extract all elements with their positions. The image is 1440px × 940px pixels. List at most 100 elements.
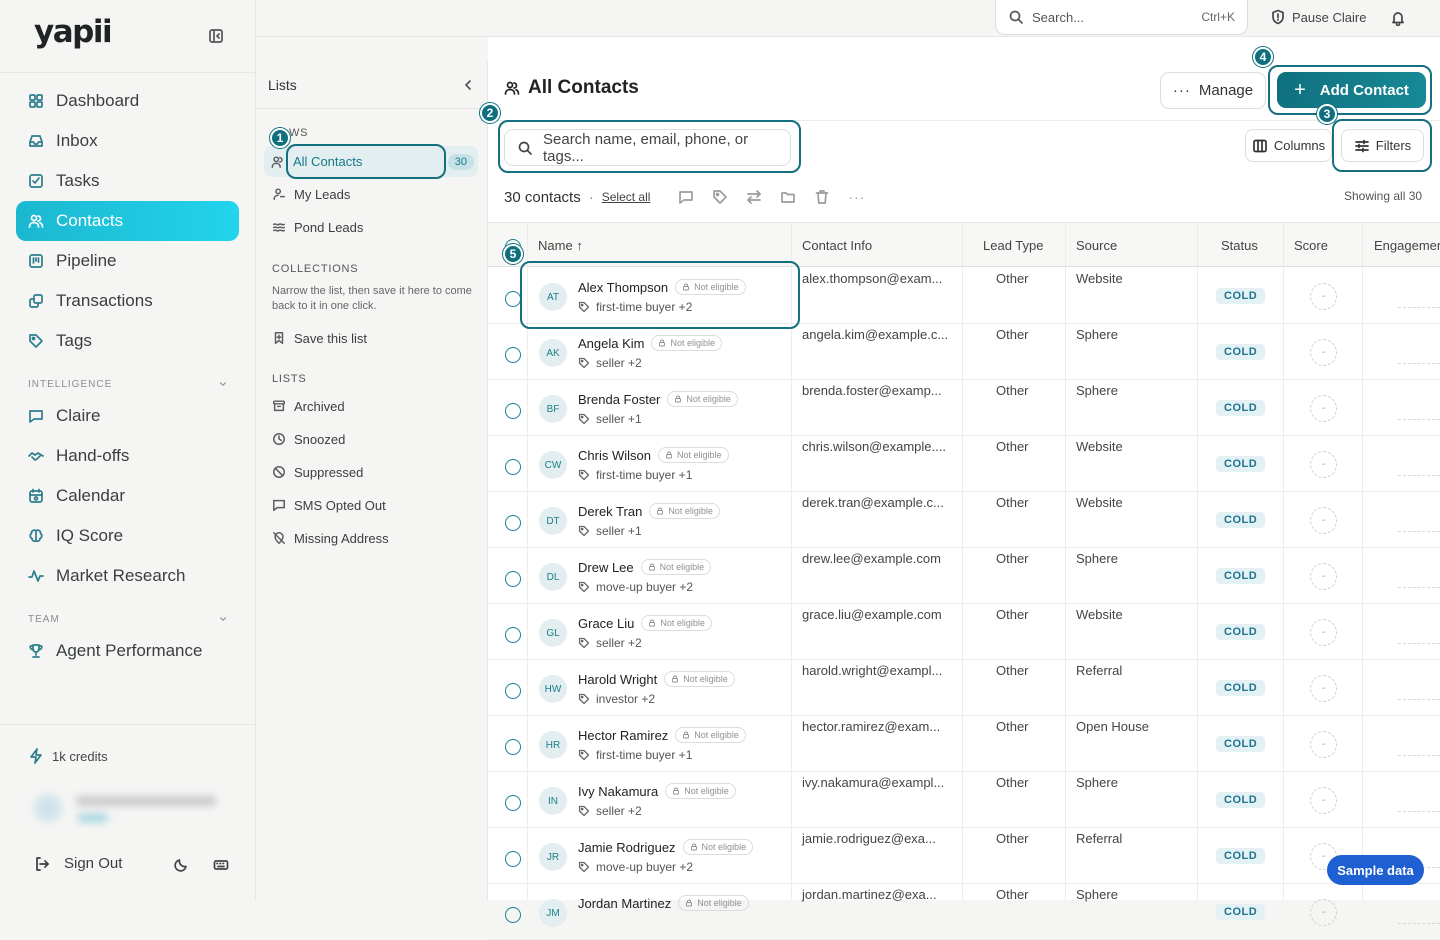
sidebar-collapse-icon[interactable]: [208, 28, 224, 44]
table-row[interactable]: GL Grace Liu Not eligible seller +2 grace.li…: [488, 604, 1440, 660]
nav-transactions[interactable]: Transactions: [16, 281, 239, 321]
table-row[interactable]: HW Harold Wright Not eligible investor +2 ha…: [488, 660, 1440, 716]
list-all-contacts[interactable]: All Contacts 30: [264, 146, 478, 177]
contact-name-cell[interactable]: Ivy Nakamura Not eligible: [578, 783, 736, 799]
row-select-radio[interactable]: [505, 739, 521, 755]
row-select-radio[interactable]: [505, 459, 521, 475]
chevron-left-icon[interactable]: [460, 77, 476, 93]
contact-email[interactable]: jamie.rodriguez@exa...: [802, 831, 936, 846]
table-row[interactable]: IN Ivy Nakamura Not eligible seller +2 ivy.n…: [488, 772, 1440, 828]
nav-contacts[interactable]: Contacts: [16, 201, 239, 241]
row-select-radio[interactable]: [505, 347, 521, 363]
contact-name-cell[interactable]: Hector Ramirez Not eligible: [578, 727, 746, 743]
table-row[interactable]: AT Alex Thompson Not eligible first-time bu…: [488, 268, 1440, 324]
list-archived[interactable]: Archived: [272, 392, 476, 420]
row-select-radio[interactable]: [505, 851, 521, 867]
nav-market-research[interactable]: Market Research: [16, 556, 239, 596]
list-sms-opted-out[interactable]: SMS Opted Out: [272, 491, 476, 519]
trash-icon[interactable]: [814, 189, 830, 205]
credits-indicator[interactable]: 1k credits: [28, 748, 108, 764]
row-select-radio[interactable]: [505, 795, 521, 811]
intelligence-heading[interactable]: INTELLIGENCE: [28, 379, 228, 390]
bell-icon[interactable]: [1390, 10, 1406, 26]
table-row[interactable]: JM Jordan Martinez Not eligible jordan.mart…: [488, 884, 1440, 940]
nav-inbox[interactable]: Inbox: [16, 121, 239, 161]
nav-handoffs[interactable]: Hand-offs: [16, 436, 239, 476]
contact-tags[interactable]: move-up buyer +2: [578, 580, 693, 594]
list-snoozed[interactable]: Snoozed: [272, 425, 476, 453]
keyboard-icon[interactable]: [213, 857, 229, 873]
list-suppressed[interactable]: Suppressed: [272, 458, 476, 486]
contact-tags[interactable]: investor +2: [578, 692, 655, 706]
contact-name-cell[interactable]: Grace Liu Not eligible: [578, 615, 712, 631]
contact-email[interactable]: brenda.foster@examp...: [802, 383, 942, 398]
contact-name-cell[interactable]: Harold Wright Not eligible: [578, 671, 735, 687]
nav-claire[interactable]: Claire: [16, 396, 239, 436]
row-select-radio[interactable]: [505, 291, 521, 307]
list-pond-leads[interactable]: Pond Leads: [272, 213, 476, 241]
user-profile-blurred[interactable]: [28, 788, 228, 828]
table-row[interactable]: DL Drew Lee Not eligible move-up buyer +2 dr…: [488, 548, 1440, 604]
table-row[interactable]: AK Angela Kim Not eligible seller +2 angela.…: [488, 324, 1440, 380]
nav-dashboard[interactable]: Dashboard: [16, 81, 239, 121]
header-name[interactable]: Name ↑: [538, 238, 583, 253]
message-icon[interactable]: [678, 189, 694, 205]
header-source[interactable]: Source: [1076, 238, 1117, 253]
nav-calendar[interactable]: Calendar: [16, 476, 239, 516]
contact-tags[interactable]: seller +1: [578, 412, 642, 426]
add-contact-button[interactable]: + Add Contact: [1277, 72, 1426, 108]
global-search[interactable]: Search... Ctrl+K: [995, 0, 1248, 35]
contact-email[interactable]: harold.wright@exampl...: [802, 663, 942, 678]
contact-name-cell[interactable]: Alex Thompson Not eligible: [578, 279, 746, 295]
contact-name-cell[interactable]: Drew Lee Not eligible: [578, 559, 712, 575]
contact-name-cell[interactable]: Brenda Foster Not eligible: [578, 391, 738, 407]
contact-tags[interactable]: seller +1: [578, 524, 642, 538]
manage-button[interactable]: ··· Manage: [1160, 72, 1266, 109]
contact-email[interactable]: angela.kim@example.c...: [802, 327, 948, 342]
contact-email[interactable]: hector.ramirez@exam...: [802, 719, 940, 734]
contact-email[interactable]: alex.thompson@exam...: [802, 271, 942, 286]
header-status[interactable]: Status: [1221, 238, 1258, 253]
row-select-radio[interactable]: [505, 571, 521, 587]
moon-icon[interactable]: [173, 857, 189, 873]
row-select-radio[interactable]: [505, 403, 521, 419]
row-select-radio[interactable]: [505, 907, 521, 923]
table-row[interactable]: CW Chris Wilson Not eligible first-time buy…: [488, 436, 1440, 492]
contact-tags[interactable]: seller +2: [578, 636, 642, 650]
pause-claire-button[interactable]: Pause Claire: [1270, 9, 1366, 25]
save-list-button[interactable]: Save this list: [272, 324, 476, 352]
contact-email[interactable]: chris.wilson@example....: [802, 439, 946, 454]
table-row[interactable]: HR Hector Ramirez Not eligible first-time b…: [488, 716, 1440, 772]
list-missing-address[interactable]: Missing Address: [272, 524, 476, 552]
contact-tags[interactable]: first-time buyer +1: [578, 468, 692, 482]
team-heading[interactable]: TEAM: [28, 614, 228, 625]
columns-button[interactable]: Columns: [1245, 129, 1332, 162]
contact-email[interactable]: grace.liu@example.com: [802, 607, 942, 622]
contact-email[interactable]: drew.lee@example.com: [802, 551, 941, 566]
sign-out-button[interactable]: Sign Out: [34, 855, 122, 872]
contact-tags[interactable]: first-time buyer +1: [578, 748, 692, 762]
table-row[interactable]: DT Derek Tran Not eligible seller +1 derek.t…: [488, 492, 1440, 548]
nav-tasks[interactable]: Tasks: [16, 161, 239, 201]
sample-data-button[interactable]: Sample data: [1327, 855, 1424, 885]
contact-tags[interactable]: seller +2: [578, 804, 642, 818]
nav-tags[interactable]: Tags: [16, 321, 239, 361]
header-score[interactable]: Score: [1294, 238, 1328, 253]
contact-tags[interactable]: seller +2: [578, 356, 642, 370]
contact-name-cell[interactable]: Derek Tran Not eligible: [578, 503, 720, 519]
nav-pipeline[interactable]: Pipeline: [16, 241, 239, 281]
contact-email[interactable]: ivy.nakamura@exampl...: [802, 775, 944, 790]
table-row[interactable]: JR Jamie Rodriguez Not eligible move-up buy…: [488, 828, 1440, 884]
contact-name-cell[interactable]: Jamie Rodriguez Not eligible: [578, 839, 754, 855]
row-select-radio[interactable]: [505, 683, 521, 699]
contact-email[interactable]: derek.tran@example.c...: [802, 495, 944, 510]
tag-icon[interactable]: [712, 189, 728, 205]
contact-name-cell[interactable]: Angela Kim Not eligible: [578, 335, 723, 351]
header-lead-type[interactable]: Lead Type: [983, 238, 1043, 253]
header-engagement[interactable]: Engagement: [1374, 238, 1440, 253]
filters-button[interactable]: Filters: [1341, 129, 1424, 162]
nav-agent-performance[interactable]: Agent Performance: [16, 631, 239, 671]
row-select-radio[interactable]: [505, 627, 521, 643]
table-row[interactable]: BF Brenda Foster Not eligible seller +1 bren…: [488, 380, 1440, 436]
header-contact-info[interactable]: Contact Info: [802, 238, 872, 253]
